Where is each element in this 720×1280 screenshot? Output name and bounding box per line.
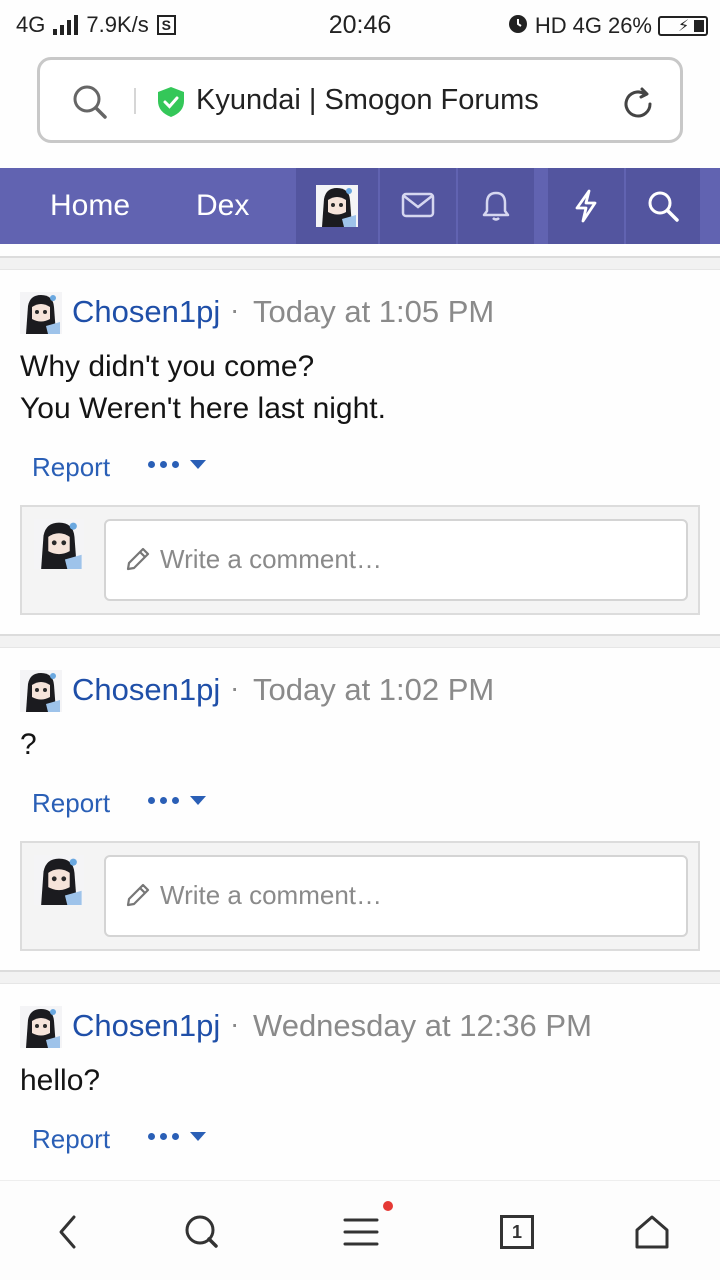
search-icon[interactable] [177,1207,227,1257]
avatar [34,855,84,905]
search-icon[interactable] [72,84,108,125]
menu-icon[interactable] [336,1207,386,1257]
profile-post: Chosen1pj · Today at 1:02 PM ? Report Wr… [0,650,720,970]
meta-separator: · [230,672,240,703]
bell-icon[interactable] [458,168,534,244]
post-body: ? [20,724,37,766]
post-time[interactable]: Today at 1:02 PM [253,672,494,708]
more-options-icon[interactable] [148,1132,206,1141]
post-line: You Weren't here last night. [20,392,386,425]
divider [134,88,136,114]
back-icon[interactable] [43,1207,93,1257]
battery-percent: 26% [607,13,652,38]
page-title[interactable]: Kyundai | Smogon Forums [196,84,539,117]
more-options-icon[interactable] [148,460,206,469]
post-line: hello? [20,1064,101,1097]
comment-box: Write a comment… [20,505,700,615]
post-body: Why didn't you come? You Weren't here la… [20,346,386,430]
home-icon[interactable] [627,1207,677,1257]
mail-icon[interactable] [380,168,456,244]
profile-post: Chosen1pj · Today at 1:05 PM Why didn't … [0,272,720,634]
report-link[interactable]: Report [32,452,110,483]
nav-account[interactable] [296,168,378,244]
search-icon[interactable] [626,168,700,244]
divider [0,634,720,648]
post-body: hello? [20,1060,100,1102]
shield-icon [157,86,185,123]
post-author[interactable]: Chosen1pj [72,672,220,708]
post-time[interactable]: Wednesday at 12:36 PM [253,1008,592,1044]
hd-label: HD [534,13,567,38]
report-link[interactable]: Report [32,1124,110,1155]
battery-icon: ⚡ [658,16,708,36]
post-author[interactable]: Chosen1pj [72,1008,220,1044]
report-link[interactable]: Report [32,788,110,819]
post-time[interactable]: Today at 1:05 PM [253,294,494,330]
post-author[interactable]: Chosen1pj [72,294,220,330]
comment-input[interactable]: Write a comment… [104,519,688,601]
post-line: Why didn't you come? [20,350,315,383]
tabs-button[interactable]: 1 [492,1207,542,1257]
pencil-icon [124,545,152,578]
avatar[interactable] [20,670,62,712]
divider [0,256,720,270]
browser-toolbar: 1 [0,1180,720,1280]
tab-count[interactable]: 1 [500,1215,534,1249]
network-type-right: 4G [572,13,602,38]
avatar[interactable] [20,1006,62,1048]
pencil-icon [124,881,152,914]
comment-input[interactable]: Write a comment… [104,855,688,937]
profile-post: Chosen1pj · Wednesday at 12:36 PM hello?… [0,986,720,1180]
alarm-icon [507,12,529,40]
status-bar: 4G 7.9K/s S 20:46 HD 4G 26% ⚡ [0,0,720,50]
avatar[interactable] [20,292,62,334]
nav-home[interactable]: Home [50,168,130,244]
comment-box: Write a comment… [20,841,700,951]
avatar[interactable] [316,185,358,227]
comment-placeholder: Write a comment… [160,544,383,574]
divider [0,970,720,984]
avatar [34,519,84,569]
meta-separator: · [230,1008,240,1039]
lightning-icon[interactable] [548,168,624,244]
nav-dex[interactable]: Dex [196,168,249,244]
post-line: ? [20,728,37,761]
reload-icon[interactable] [620,86,656,127]
forum-nav: Home Dex [0,168,720,244]
meta-separator: · [230,294,240,325]
more-options-icon[interactable] [148,796,206,805]
address-bar[interactable]: Kyundai | Smogon Forums [37,57,683,143]
comment-placeholder: Write a comment… [160,880,383,910]
notification-dot [383,1201,393,1211]
